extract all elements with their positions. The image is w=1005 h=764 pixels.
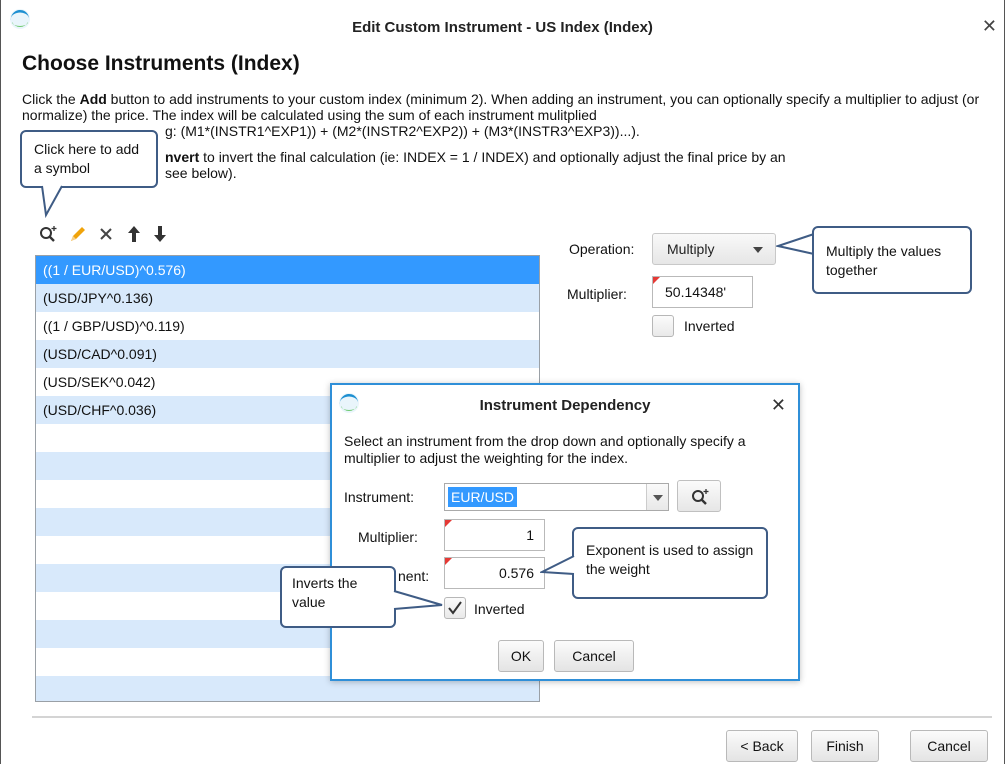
dialog-inverted-label: Inverted: [474, 601, 525, 617]
exponent-field[interactable]: 0.576: [444, 557, 545, 589]
add-search-icon[interactable]: [38, 224, 58, 244]
para1-add-bold: Add: [79, 91, 107, 107]
list-item[interactable]: ((1 / EUR/USD)^0.576): [36, 256, 539, 284]
callout-exponent: Exponent is used to assign the weight: [572, 527, 768, 599]
instrument-label: Instrument:: [344, 489, 415, 505]
dialog-multiplier-value: 1: [526, 527, 534, 543]
instructions: Click the Add button to add instruments …: [22, 91, 997, 181]
exponent-value: 0.576: [498, 565, 534, 581]
chevron-down-icon: [753, 247, 763, 253]
instructions-para-2: nvert to invert the final calculation (i…: [22, 149, 997, 181]
operation-label: Operation:: [569, 241, 635, 257]
chevron-down-icon[interactable]: [646, 484, 668, 510]
edit-pencil-icon[interactable]: [68, 224, 88, 244]
callout-pointer: [41, 185, 63, 219]
multiplier-label: Multiplier:: [567, 286, 627, 302]
window-close-icon[interactable]: ✕: [982, 17, 997, 35]
title-bar: Edit Custom Instrument - US Index (Index…: [0, 0, 1005, 42]
dialog-description: Select an instrument from the drop down …: [344, 433, 746, 466]
exponent-label: nent:: [398, 568, 430, 584]
delete-x-icon[interactable]: [96, 224, 116, 244]
instrument-toolbar: [38, 224, 198, 244]
required-marker-icon: [653, 277, 660, 284]
dialog-inverted-checkbox[interactable]: [444, 597, 466, 619]
callout-inverts: Inverts the value: [280, 566, 396, 628]
callout-add-symbol: Click here to add a symbol: [20, 130, 158, 188]
ok-button[interactable]: OK: [498, 640, 544, 672]
inverted-checkbox[interactable]: [652, 315, 674, 337]
finish-button[interactable]: Finish: [811, 730, 879, 762]
back-button[interactable]: < Back: [726, 730, 798, 762]
instrument-value: EUR/USD: [448, 487, 518, 507]
operation-value: Multiply: [667, 241, 715, 257]
para1-text-b: button to add instruments to your custom…: [22, 91, 980, 123]
para2-text-a: to invert the final calculation (ie: IND…: [199, 149, 786, 165]
dialog-multiplier-field[interactable]: 1: [444, 519, 545, 551]
required-marker-icon: [445, 520, 452, 527]
move-up-icon[interactable]: [124, 224, 144, 244]
callout-pointer: [540, 555, 575, 575]
instructions-para-1: Click the Add button to add instruments …: [22, 91, 997, 139]
page-title: Choose Instruments (Index): [22, 52, 300, 75]
dialog-close-icon[interactable]: ✕: [771, 395, 786, 416]
para1-text-a: Click the: [22, 91, 80, 107]
callout-pointer: [776, 233, 815, 255]
list-item[interactable]: ((1 / GBP/USD)^0.119): [36, 312, 539, 340]
dialog-title: Instrument Dependency: [479, 397, 651, 414]
list-item[interactable]: (USD/CAD^0.091): [36, 340, 539, 368]
list-item[interactable]: (USD/JPY^0.136): [36, 284, 539, 312]
required-marker-icon: [445, 558, 452, 565]
dialog-cancel-button[interactable]: Cancel: [554, 640, 634, 672]
cancel-button[interactable]: Cancel: [910, 730, 988, 762]
callout-multiply: Multiply the values together: [812, 226, 972, 294]
dialog-multiplier-label: Multiplier:: [358, 529, 418, 545]
add-search-icon: [692, 489, 709, 505]
footer-divider: [32, 716, 992, 718]
window-title: Edit Custom Instrument - US Index (Index…: [352, 19, 653, 36]
checkmark-icon: [448, 601, 462, 615]
inverted-label: Inverted: [684, 318, 735, 334]
instrument-combo[interactable]: EUR/USD: [444, 483, 669, 511]
multiplier-field[interactable]: 50.14348': [652, 276, 753, 308]
move-down-icon[interactable]: [150, 224, 170, 244]
instrument-search-button[interactable]: [677, 480, 721, 512]
para2-invert-bold: nvert: [165, 149, 200, 165]
callout-pointer: [393, 590, 443, 610]
operation-select[interactable]: Multiply: [652, 233, 776, 265]
multiplier-value: 50.14348': [665, 284, 727, 300]
